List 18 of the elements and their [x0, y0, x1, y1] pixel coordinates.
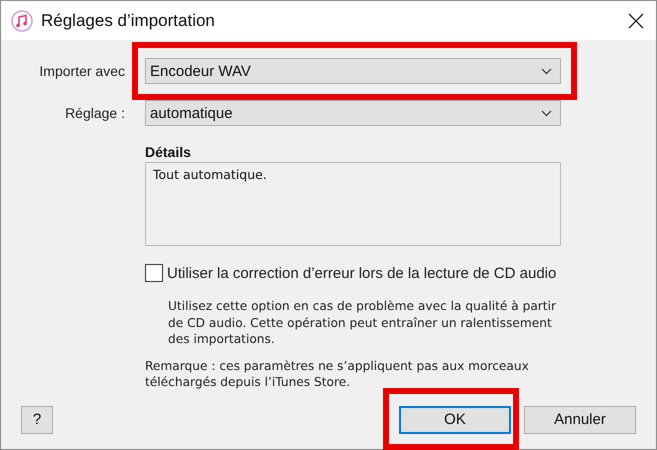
checkbox[interactable] — [145, 264, 163, 282]
details-heading: Détails — [145, 144, 192, 160]
dialog-button[interactable]: Annuler — [524, 406, 636, 434]
dialog-button[interactable]: OK — [399, 406, 511, 434]
dropdown[interactable]: Encodeur WAV — [145, 58, 561, 84]
details-box: Tout automatique. — [145, 162, 561, 246]
field-label: Importer avec — [38, 63, 125, 79]
field-label: Réglage : — [64, 105, 125, 121]
chevron-down-icon — [541, 110, 552, 116]
checkbox-label: Utiliser la correction d’erreur lors de la lecture de CD audio — [167, 264, 556, 282]
close-icon[interactable] — [628, 12, 644, 28]
chevron-down-icon — [541, 68, 552, 74]
option-description: Utilisez cette option en cas de problème avec la qualité à partir de CD audio. Cette opération peut entraîner un ralentissement des importations. — [168, 298, 557, 348]
window-title: Réglages d’importation — [41, 10, 216, 30]
music-note-icon — [11, 10, 33, 32]
note-text: Remarque : ces paramètres ne s’appliquent pas aux morceaux téléchargés depuis l’iTunes Store. — [145, 358, 530, 390]
help-button[interactable]: ? — [21, 406, 53, 434]
dropdown[interactable]: automatique — [145, 100, 561, 126]
